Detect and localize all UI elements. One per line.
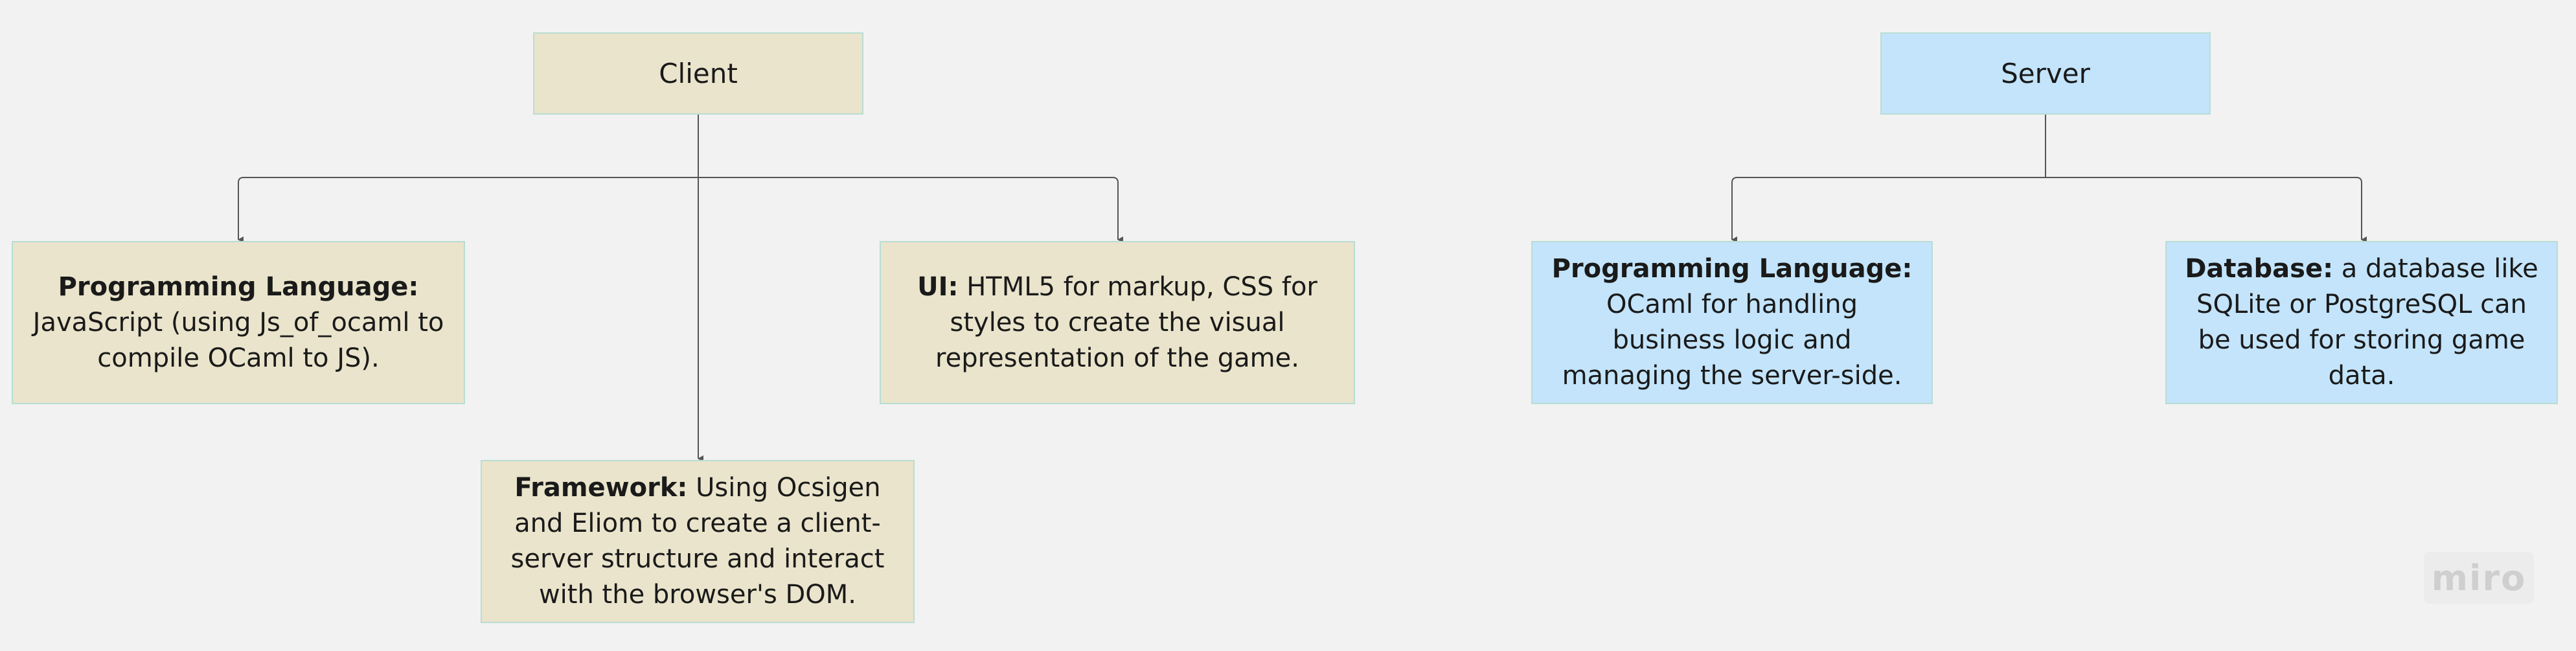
client-programming-language-node[interactable]: Programming Language: JavaScript (using … xyxy=(12,241,465,404)
server-programming-language-label: Programming Language: xyxy=(1551,254,1913,284)
server-database-text: Database: a database like SQLite or Post… xyxy=(2167,251,2557,394)
client-programming-language-label: Programming Language: xyxy=(58,271,419,302)
client-node-title: Client xyxy=(659,58,738,89)
server-programming-language-node[interactable]: Programming Language: OCaml for handling… xyxy=(1531,241,1933,404)
client-framework-node[interactable]: Framework: Using Ocsigen and Eliom to cr… xyxy=(481,460,915,623)
edge-client-ui xyxy=(698,177,1123,243)
client-ui-node[interactable]: UI: HTML5 for markup, CSS for styles to … xyxy=(880,241,1355,404)
client-programming-language-text: Programming Language: JavaScript (using … xyxy=(13,269,464,376)
edge-server-programming-language xyxy=(1731,177,2046,243)
client-programming-language-description: JavaScript (using Js_of_ocaml to compile… xyxy=(32,307,444,373)
client-ui-text: UI: HTML5 for markup, CSS for styles to … xyxy=(881,269,1354,376)
client-framework-label: Framework: xyxy=(514,473,688,503)
client-framework-text: Framework: Using Ocsigen and Eliom to cr… xyxy=(482,470,913,613)
server-node[interactable]: Server xyxy=(1880,32,2211,115)
edge-server-database xyxy=(2046,177,2367,243)
diagram-canvas: Client Server Programming Language: Java… xyxy=(0,0,2576,651)
server-database-node[interactable]: Database: a database like SQLite or Post… xyxy=(2165,241,2558,404)
server-database-label: Database: xyxy=(2185,254,2334,284)
client-node[interactable]: Client xyxy=(533,32,863,115)
edge-client-programming-language xyxy=(238,177,698,243)
client-ui-label: UI: xyxy=(917,271,959,302)
client-ui-description: HTML5 for markup, CSS for styles to crea… xyxy=(935,271,1317,373)
server-programming-language-description: OCaml for handling business logic and ma… xyxy=(1562,290,1902,391)
server-programming-language-text: Programming Language: OCaml for handling… xyxy=(1533,251,1932,394)
server-node-title: Server xyxy=(2001,58,2090,89)
miro-watermark-logo: miro xyxy=(2424,552,2534,604)
